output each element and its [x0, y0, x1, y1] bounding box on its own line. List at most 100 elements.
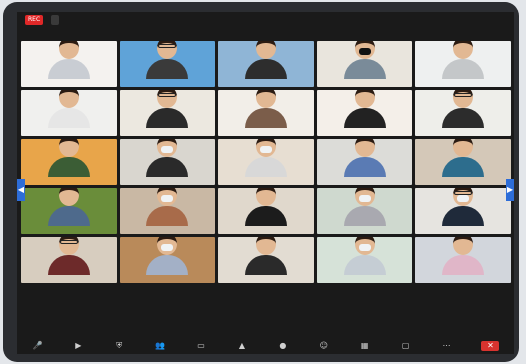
participant-tile[interactable]	[21, 139, 117, 185]
participant-body	[47, 108, 90, 128]
participant-tile[interactable]	[21, 41, 117, 87]
face-mask-icon	[161, 195, 174, 202]
participant-head	[58, 90, 79, 108]
participant-body	[244, 157, 287, 177]
participant-tile[interactable]	[119, 41, 216, 87]
participant-body	[244, 255, 287, 275]
meeting-toolbar: 🎤 ▶ ⛨ 👥 ▭ ▲ ● ☺ ▦ ▢ ⋯ ✕	[17, 337, 514, 354]
whiteboard-icon[interactable]: ▢	[400, 341, 412, 351]
participant-video	[340, 139, 390, 177]
participants-icon[interactable]: 👥	[154, 341, 166, 351]
participant-body	[343, 157, 386, 177]
glasses-icon	[158, 44, 177, 48]
participant-video	[340, 90, 390, 128]
participant-tile[interactable]	[415, 90, 511, 136]
participant-tile[interactable]	[218, 41, 314, 87]
glasses-icon	[59, 240, 78, 244]
participant-tile[interactable]	[415, 139, 511, 185]
participant-head	[453, 139, 474, 157]
participant-video	[241, 188, 291, 226]
participant-body	[47, 59, 90, 79]
participant-video	[142, 188, 192, 226]
participant-body	[47, 157, 90, 177]
participant-tile[interactable]	[21, 188, 117, 234]
participant-video	[438, 139, 488, 177]
tablet-frame: REC ◀ ▶ 🎤 ▶ ⛨ 👥 ▭ ▲ ● ☺ ▦ ▢ ⋯ ✕	[3, 2, 519, 362]
face-mask-icon	[161, 146, 174, 153]
participant-body	[146, 108, 189, 128]
participant-tile[interactable]	[119, 139, 216, 185]
participant-tile[interactable]	[415, 188, 511, 234]
next-page-button[interactable]: ▶	[506, 179, 514, 201]
participant-body	[146, 206, 189, 226]
participant-head	[255, 41, 276, 59]
chat-icon[interactable]: ▭	[195, 341, 207, 351]
participant-head	[58, 188, 79, 206]
reactions-icon[interactable]: ☺	[318, 341, 330, 351]
participant-body	[146, 157, 189, 177]
participant-video	[241, 139, 291, 177]
participant-tile[interactable]	[316, 139, 413, 185]
participant-tile[interactable]	[21, 237, 117, 283]
end-button[interactable]: ✕	[481, 340, 500, 351]
participant-body	[244, 206, 287, 226]
participant-tile[interactable]	[316, 90, 413, 136]
participant-video	[438, 188, 488, 226]
participant-video	[44, 237, 94, 275]
participant-tile[interactable]	[218, 90, 314, 136]
participant-body	[244, 59, 287, 79]
participant-body	[343, 108, 386, 128]
security-icon[interactable]: ⛨	[113, 341, 125, 351]
participant-head	[354, 90, 375, 108]
participant-tile[interactable]	[218, 237, 314, 283]
participant-video	[340, 188, 390, 226]
participant-tile[interactable]	[119, 188, 216, 234]
participant-tile[interactable]	[119, 90, 216, 136]
participant-head	[453, 41, 474, 59]
more-icon[interactable]: ⋯	[441, 341, 453, 351]
share-screen-icon[interactable]: ▲	[236, 341, 248, 351]
participant-tile[interactable]	[218, 139, 314, 185]
participant-body	[244, 108, 287, 128]
glasses-icon	[454, 191, 473, 195]
participant-body	[442, 157, 485, 177]
glasses-icon	[454, 93, 473, 97]
participant-body	[343, 206, 386, 226]
participant-tile[interactable]	[316, 188, 413, 234]
meeting-topbar: REC	[17, 12, 514, 28]
participant-video	[438, 41, 488, 79]
participant-video	[340, 237, 390, 275]
participant-tile[interactable]	[119, 237, 216, 283]
participant-tile[interactable]	[218, 188, 314, 234]
participant-head	[354, 139, 375, 157]
participant-head	[453, 237, 474, 255]
participant-head	[255, 188, 276, 206]
video-icon[interactable]: ▶	[72, 341, 84, 351]
participant-video	[438, 237, 488, 275]
participant-tile[interactable]	[21, 90, 117, 136]
participant-video	[241, 237, 291, 275]
participant-video	[142, 90, 192, 128]
participant-video	[241, 41, 291, 79]
face-mask-icon	[161, 244, 174, 251]
participant-video	[142, 237, 192, 275]
zoom-meeting-window: REC ◀ ▶ 🎤 ▶ ⛨ 👥 ▭ ▲ ● ☺ ▦ ▢ ⋯ ✕	[17, 12, 514, 354]
participant-body	[442, 108, 485, 128]
participant-video	[142, 139, 192, 177]
participant-head	[58, 41, 79, 59]
record-icon[interactable]: ●	[277, 341, 289, 351]
participant-body	[47, 255, 90, 275]
meeting-info-button[interactable]	[51, 15, 59, 25]
face-mask-icon	[457, 195, 470, 202]
participant-video	[142, 41, 192, 79]
mic-icon[interactable]: 🎤	[31, 341, 43, 351]
apps-icon[interactable]: ▦	[359, 341, 371, 351]
participant-body	[442, 206, 485, 226]
participant-head	[58, 139, 79, 157]
participant-tile[interactable]	[415, 41, 511, 87]
participant-tile[interactable]	[316, 237, 413, 283]
participant-tile[interactable]	[415, 237, 511, 283]
previous-page-button[interactable]: ◀	[17, 179, 25, 201]
participant-tile[interactable]	[316, 41, 413, 87]
participant-body	[146, 255, 189, 275]
